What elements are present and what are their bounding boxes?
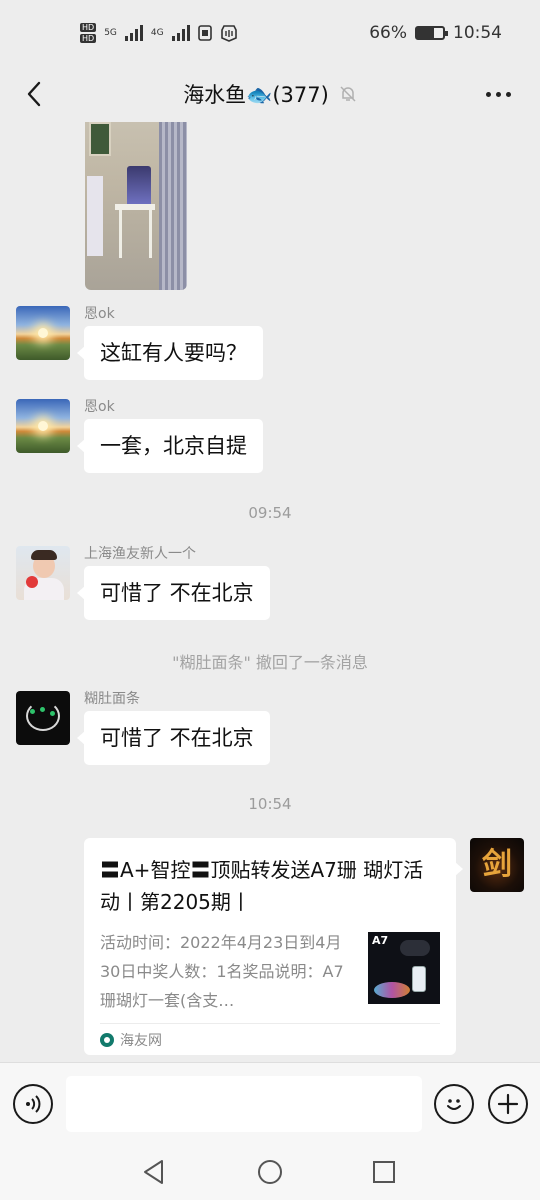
system-home-button[interactable] <box>254 1156 286 1188</box>
message-item: 糊肚面条 可惜了 不在北京 <box>16 691 270 765</box>
aquarium-image <box>127 166 151 208</box>
back-triangle-icon <box>144 1160 163 1184</box>
link-card[interactable]: 〓A+智控〓顶贴转发送A7珊 瑚灯活动丨第2205期丨 活动时间：2022年4月… <box>84 838 463 1055</box>
message-bubble[interactable]: 可惜了 不在北京 <box>77 566 270 620</box>
emoji-icon <box>447 1099 461 1110</box>
bell-muted-icon <box>340 86 356 102</box>
status-bar: HD HD 5G 4G 66% 10:54 <box>0 0 540 66</box>
chat-title: 海水鱼🐟(377) <box>183 83 329 107</box>
sim-icon <box>197 25 212 41</box>
avatar-glyph: 剑 <box>482 847 512 882</box>
hd-badge: HD <box>80 34 97 43</box>
plus-icon <box>497 1093 519 1115</box>
sender-name: 上海渔友新人一个 <box>84 546 196 562</box>
more-icon <box>485 91 491 97</box>
clock: 10:54 <box>453 23 502 43</box>
thumbnail-label: A7 <box>372 934 389 947</box>
signal-bars-icon <box>171 25 190 41</box>
plus-button[interactable] <box>488 1084 528 1124</box>
avatar[interactable] <box>16 546 70 600</box>
home-circle-icon <box>258 1160 282 1184</box>
message-list[interactable]: 恩ok 这缸有人要吗？ 恩ok 一套，北京自提 09:54 上海渔友新人一个 可… <box>0 122 540 1062</box>
link-card-title: 〓A+智控〓顶贴转发送A7珊 瑚灯活动丨第2205期丨 <box>100 858 424 914</box>
timestamp: 09:54 <box>248 504 292 522</box>
battery-icon <box>415 26 448 40</box>
link-card-thumbnail: A7 <box>368 932 440 1004</box>
nfc-icon <box>220 25 237 42</box>
signal-4g-label: 4G <box>150 28 164 38</box>
source-logo-icon <box>100 1032 114 1047</box>
more-button[interactable] <box>478 76 518 112</box>
network-indicators: HD HD 5G 4G <box>80 23 238 43</box>
sender-name: 恩ok <box>84 306 115 322</box>
message-bubble[interactable]: 这缸有人要吗？ <box>77 326 263 380</box>
avatar[interactable] <box>16 399 70 453</box>
system-back-button[interactable] <box>138 1156 170 1188</box>
battery-percent: 66% <box>369 23 407 43</box>
voice-button[interactable] <box>13 1084 53 1124</box>
avatar[interactable] <box>16 691 70 745</box>
back-button[interactable] <box>16 76 52 112</box>
link-card-source: 海友网 <box>100 1023 440 1055</box>
signal-bars-icon <box>124 25 143 41</box>
chat-header: 海水鱼🐟(377) <box>0 66 540 122</box>
back-arrow-icon <box>27 81 41 107</box>
avatar[interactable]: 剑 <box>470 838 524 892</box>
link-card-description: 活动时间：2022年4月23日到4月30日中奖人数：1名奖品说明：A7珊瑚灯一套… <box>100 933 344 1010</box>
emoji-button[interactable] <box>434 1084 474 1124</box>
avatar[interactable] <box>16 306 70 360</box>
sender-name: 恩ok <box>84 399 115 415</box>
recents-square-icon <box>373 1161 395 1183</box>
message-bubble[interactable]: 可惜了 不在北京 <box>77 711 270 765</box>
timestamp: 10:54 <box>248 795 292 813</box>
signal-5g-label: 5G <box>104 28 117 38</box>
sender-name: 糊肚面条 <box>84 691 140 707</box>
voice-icon <box>26 1095 41 1113</box>
message-item: 恩ok 这缸有人要吗？ <box>16 306 263 380</box>
shared-photo[interactable] <box>85 122 187 290</box>
message-bubble[interactable]: 一套，北京自提 <box>77 419 263 473</box>
system-recents-button[interactable] <box>368 1156 400 1188</box>
input-bar <box>0 1062 540 1144</box>
message-input[interactable] <box>66 1076 422 1132</box>
message-item: 恩ok 一套，北京自提 <box>16 399 263 473</box>
system-nav-bar <box>0 1144 540 1200</box>
message-item: 上海渔友新人一个 可惜了 不在北京 <box>16 546 270 620</box>
hd-badge: HD <box>80 23 97 32</box>
recall-notice: "糊肚面条" 撤回了一条消息 <box>172 653 368 672</box>
source-name: 海友网 <box>120 1032 162 1049</box>
